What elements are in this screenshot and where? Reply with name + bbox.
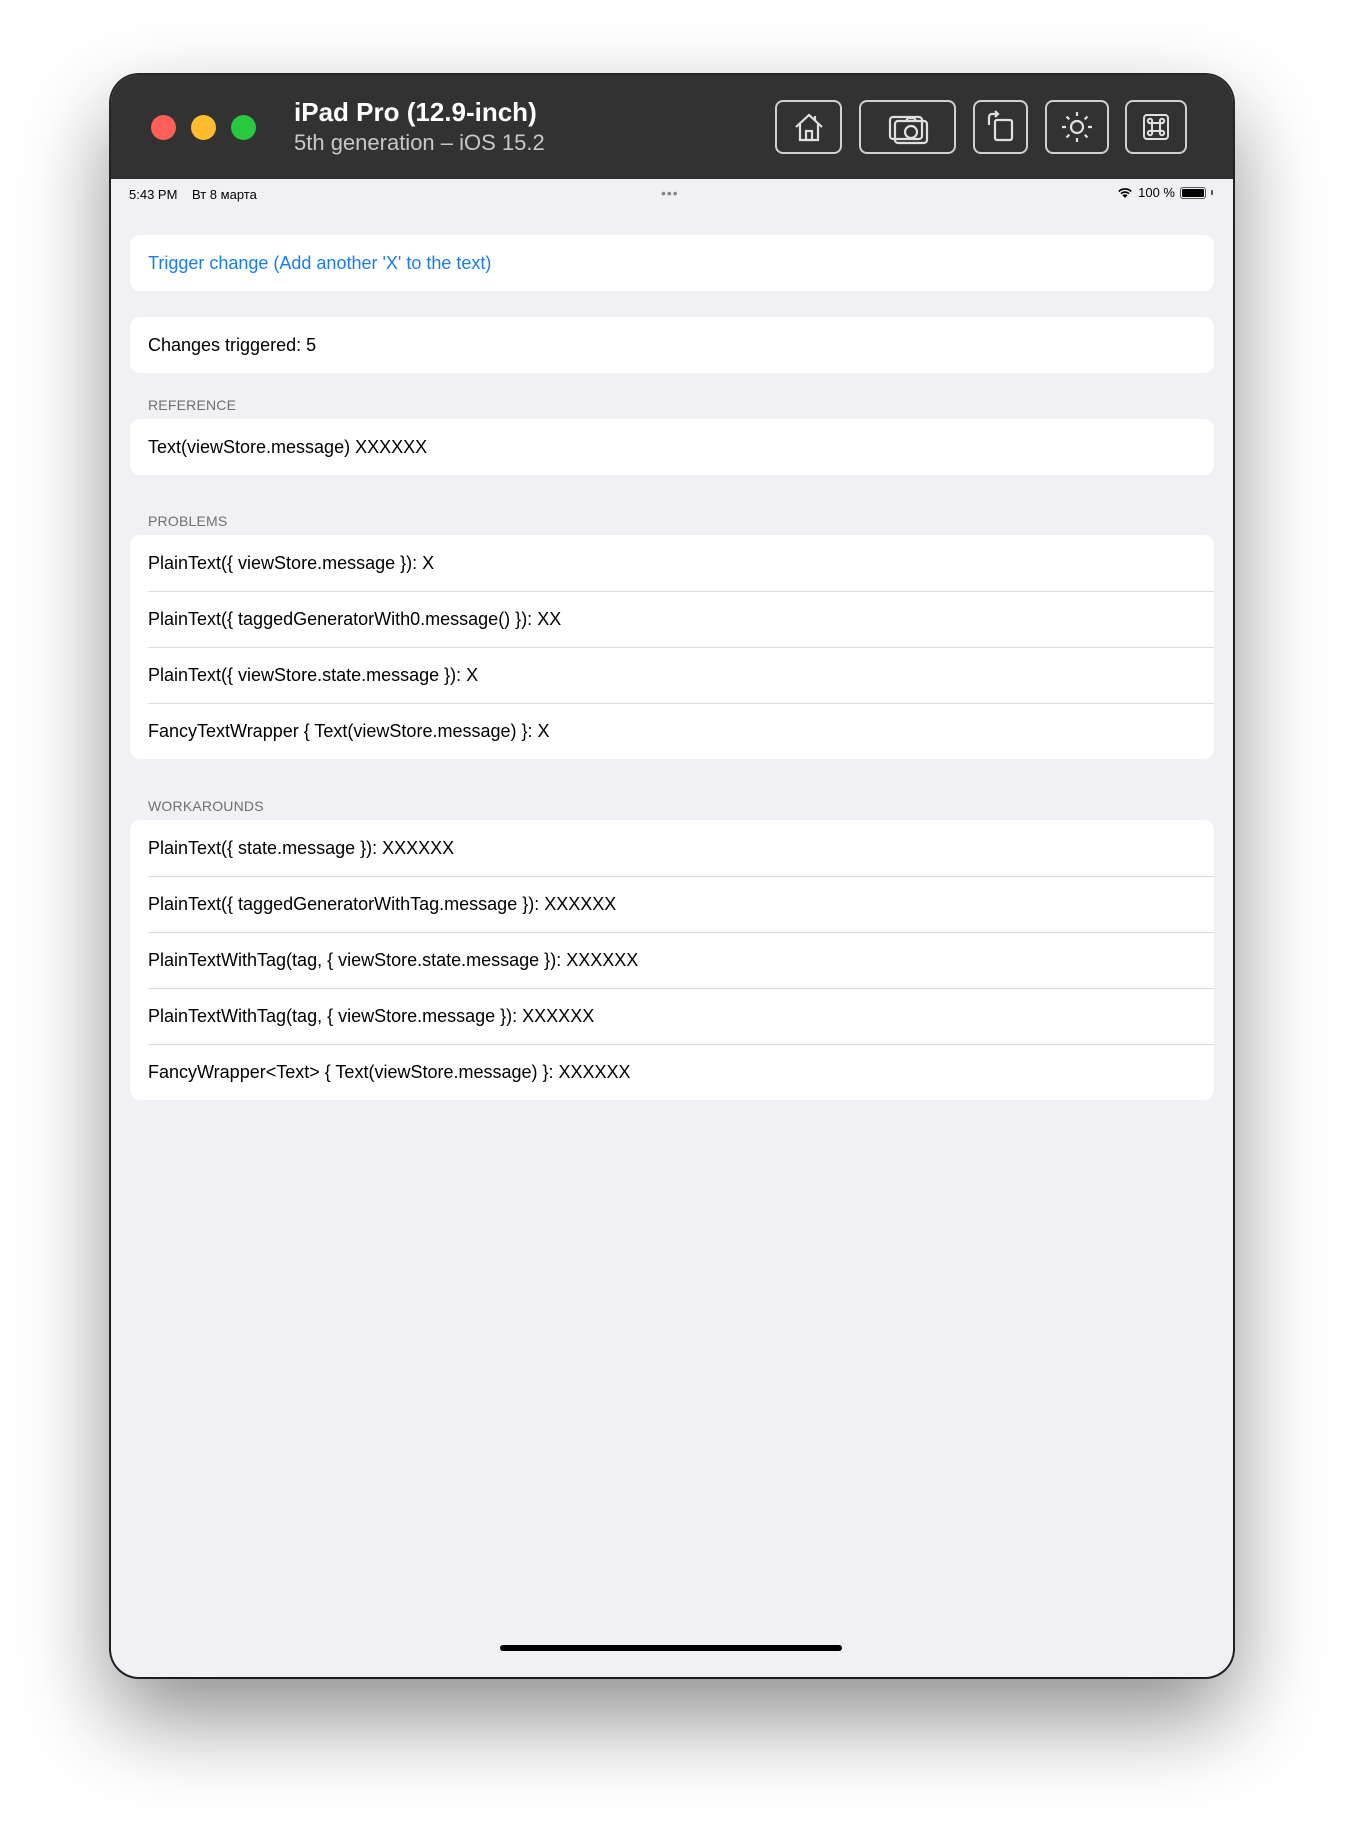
screenshot-button[interactable] xyxy=(859,100,956,154)
close-window-button[interactable] xyxy=(151,115,176,140)
problems-header: PROBLEMS xyxy=(148,513,228,529)
home-indicator[interactable] xyxy=(500,1645,842,1651)
list-item: PlainText({ viewStore.message }): X xyxy=(148,552,435,573)
device-subtitle: 5th generation – iOS 15.2 xyxy=(294,130,545,155)
list-item: PlainText({ state.message }): XXXXXX xyxy=(148,837,455,858)
rotate-icon xyxy=(987,110,1013,142)
list-item: PlainText({ taggedGeneratorWith0.message… xyxy=(130,591,1214,647)
battery-cap xyxy=(1211,190,1213,195)
simulator-titlebar: iPad Pro (12.9-inch) 5th generation – iO… xyxy=(111,75,1233,179)
battery-icon xyxy=(1180,186,1206,199)
reference-header: REFERENCE xyxy=(148,397,237,413)
list-item: FancyTextWrapper { Text(viewStore.messag… xyxy=(130,703,1214,759)
multitasking-dots[interactable]: ••• xyxy=(661,185,679,201)
device-screen: 5:43 PM Вт 8 марта ••• 100 % Trigger cha… xyxy=(115,179,1229,1673)
screenshot-icon xyxy=(888,115,928,145)
status-date: Вт 8 марта xyxy=(192,187,257,202)
simulator-window: iPad Pro (12.9-inch) 5th generation – iO… xyxy=(111,75,1233,1677)
status-bar: 5:43 PM Вт 8 марта ••• 100 % xyxy=(115,179,1229,209)
workarounds-card: PlainText({ state.message }): XXXXXX Pla… xyxy=(130,820,1214,1100)
list-item: PlainTextWithTag(tag, { viewStore.messag… xyxy=(130,988,1214,1044)
home-icon xyxy=(794,113,823,142)
list-item: PlainText({ viewStore.state.message }): … xyxy=(130,647,1214,703)
workarounds-header: WORKAROUNDS xyxy=(148,798,264,814)
status-time: 5:43 PM xyxy=(129,187,178,202)
reference-card: Text(viewStore.message) XXXXXX xyxy=(130,419,1214,475)
wifi-icon xyxy=(1118,187,1132,198)
trigger-change-button[interactable]: Trigger change (Add another 'X' to the t… xyxy=(130,235,1214,291)
trigger-card: Trigger change (Add another 'X' to the t… xyxy=(130,235,1214,291)
list-item: PlainTextWithTag(tag, { viewStore.state.… xyxy=(130,932,1214,988)
changes-triggered-label: Changes triggered: 5 xyxy=(148,334,317,355)
list-item: Text(viewStore.message) XXXXXX xyxy=(148,436,428,457)
command-button[interactable] xyxy=(1125,100,1187,154)
home-button[interactable] xyxy=(775,100,842,154)
status-right: 100 % xyxy=(1117,185,1213,200)
appearance-icon xyxy=(1062,112,1092,142)
problems-card: PlainText({ viewStore.message }): X Plai… xyxy=(130,535,1214,759)
list-item: PlainText({ taggedGeneratorWithTag.messa… xyxy=(130,876,1214,932)
appearance-button[interactable] xyxy=(1045,100,1109,154)
list-item: FancyWrapper<Text> { Text(viewStore.mess… xyxy=(130,1044,1214,1100)
rotate-button[interactable] xyxy=(973,100,1028,154)
zoom-window-button[interactable] xyxy=(231,115,256,140)
counter-card: Changes triggered: 5 xyxy=(130,317,1214,373)
command-icon xyxy=(1143,114,1169,140)
device-title: iPad Pro (12.9-inch) xyxy=(294,97,537,127)
minimize-window-button[interactable] xyxy=(191,115,216,140)
battery-percent: 100 % xyxy=(1138,185,1175,200)
